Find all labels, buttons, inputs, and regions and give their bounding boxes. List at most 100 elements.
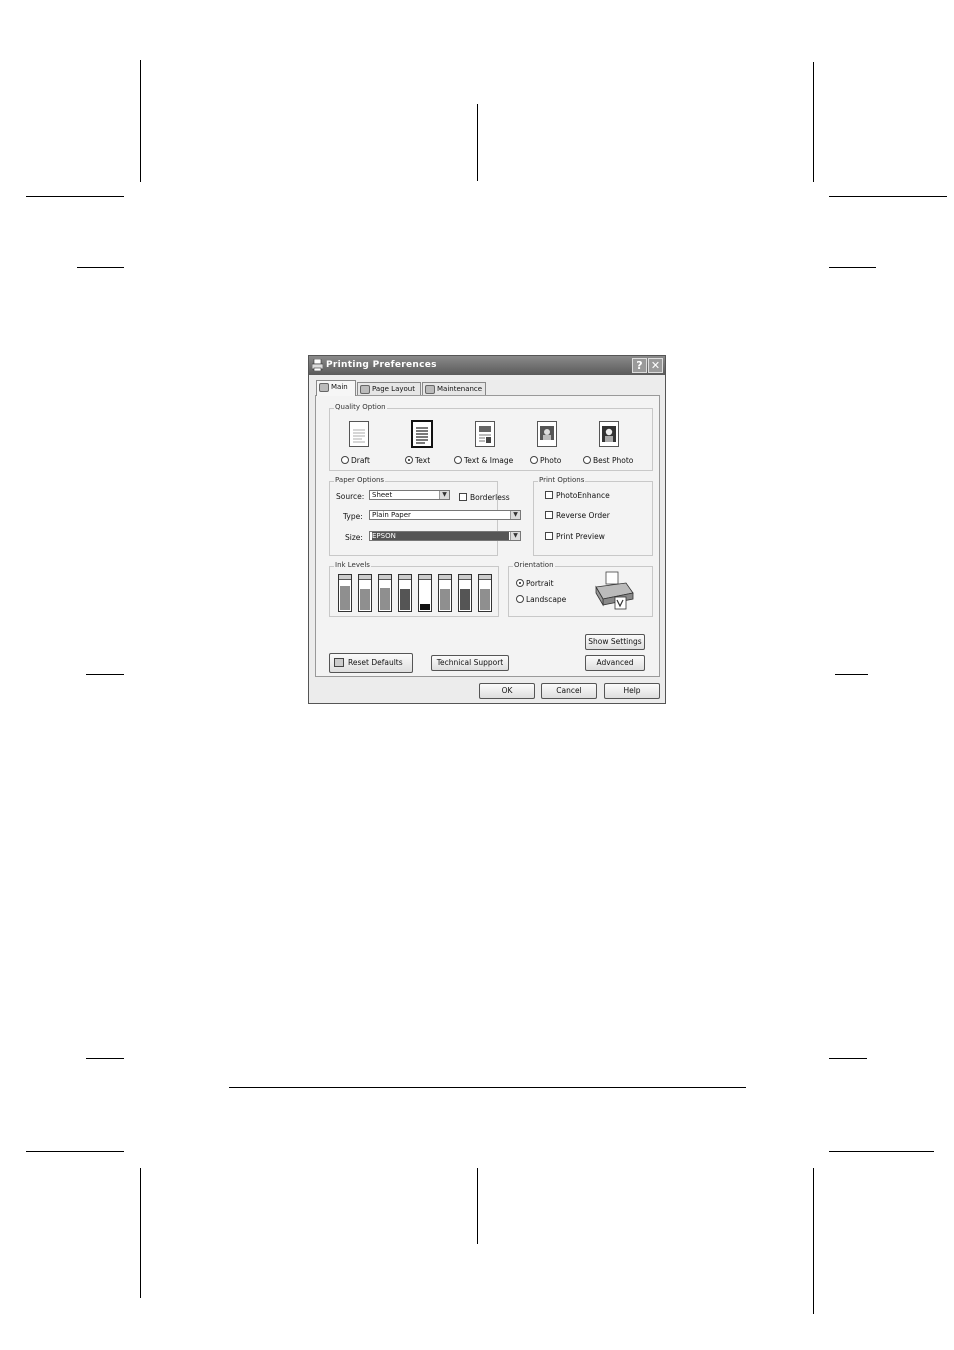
page-layout-icon: [360, 385, 370, 394]
main-tab-panel: Quality Option Draft Text Text & Image P…: [315, 395, 660, 677]
best-photo-label: Best Photo: [593, 456, 634, 465]
tab-page-layout[interactable]: Page Layout: [357, 382, 421, 395]
tab-main[interactable]: Main: [316, 380, 356, 396]
source-select[interactable]: Sheet ▼: [369, 490, 450, 500]
show-settings-button[interactable]: Show Settings: [585, 634, 645, 650]
ink-cartridge-cap: [479, 575, 491, 580]
text-and-image-icon: [475, 421, 495, 447]
crop-mark: [477, 104, 478, 181]
source-value: Sheet: [372, 491, 393, 499]
reset-defaults-label: Reset Defaults: [348, 658, 403, 667]
ink-level-fill: [360, 589, 370, 610]
close-icon: ✕: [650, 359, 661, 372]
ink-level-fill: [480, 589, 490, 610]
ink-cartridge-bar: [378, 574, 392, 612]
printer-icon: [312, 359, 323, 371]
draft-radio[interactable]: [341, 456, 349, 464]
crop-mark: [829, 196, 947, 197]
best-photo-icon: [599, 421, 619, 447]
ink-cartridge-cap: [419, 575, 431, 580]
close-button[interactable]: ✕: [648, 358, 663, 373]
best-photo-radio[interactable]: [583, 456, 591, 464]
tab-page-layout-label: Page Layout: [372, 385, 415, 393]
ink-level-fill: [460, 589, 470, 610]
draft-label: Draft: [351, 456, 370, 465]
type-select[interactable]: Plain Paper ▼: [369, 510, 521, 520]
ink-cartridge-cap: [339, 575, 351, 580]
print-preview-checkbox[interactable]: [545, 532, 553, 540]
borderless-label: Borderless: [470, 493, 510, 502]
printer-orientation-icon: [595, 571, 634, 610]
ink-cartridge-cap: [459, 575, 471, 580]
text-quality-icon: [411, 420, 433, 448]
ink-cartridge-bar: [478, 574, 492, 612]
chevron-down-icon: ▼: [510, 511, 520, 519]
ink-level-fill: [420, 604, 430, 610]
draft-icon: [349, 421, 369, 447]
title-bar[interactable]: Printing Preferences ? ✕: [309, 356, 665, 375]
source-label: Source:: [336, 492, 365, 501]
borderless-checkbox[interactable]: [459, 493, 467, 501]
paper-options-group: Paper Options Source: Sheet ▼ Borderless…: [329, 476, 521, 556]
help-icon: ?: [636, 359, 643, 372]
ink-level-fill: [440, 589, 450, 610]
orientation-group: Orientation Portrait Landscape: [508, 561, 653, 617]
crop-mark: [140, 60, 141, 182]
landscape-radio[interactable]: [516, 595, 524, 603]
advanced-button[interactable]: Advanced: [585, 655, 645, 671]
ink-level-fill: [400, 589, 410, 610]
print-preview-label: Print Preview: [556, 532, 605, 541]
technical-support-button[interactable]: Technical Support: [431, 655, 509, 671]
printing-preferences-dialog: Printing Preferences ? ✕ Main Page Layou…: [308, 355, 666, 704]
print-options-legend: Print Options: [538, 476, 586, 484]
ink-cartridge-bar: [418, 574, 432, 612]
tab-main-label: Main: [331, 383, 348, 391]
ink-cartridge-bar: [458, 574, 472, 612]
help-title-button[interactable]: ?: [632, 358, 647, 373]
ok-button[interactable]: OK: [479, 683, 535, 699]
ink-levels-legend: Ink Levels: [334, 561, 371, 569]
ink-levels-group: Ink Levels: [329, 561, 499, 617]
portrait-label: Portrait: [526, 579, 554, 588]
crop-mark: [26, 196, 124, 197]
size-value: EPSON: [372, 532, 509, 540]
crop-mark: [813, 62, 814, 182]
crop-mark: [829, 267, 876, 268]
crop-mark: [86, 1058, 124, 1059]
crop-mark: [829, 1058, 867, 1059]
ink-cartridge-cap: [359, 575, 371, 580]
ink-cartridge-bar: [398, 574, 412, 612]
crop-mark: [26, 1151, 124, 1152]
ink-cartridge-cap: [399, 575, 411, 580]
cancel-button[interactable]: Cancel: [541, 683, 597, 699]
reset-icon: [334, 658, 344, 667]
reset-defaults-button[interactable]: Reset Defaults: [329, 653, 413, 673]
help-button[interactable]: Help: [604, 683, 660, 699]
text-image-label: Text & Image: [464, 456, 514, 465]
crop-mark: [835, 674, 868, 675]
ink-cartridge-cap: [439, 575, 451, 580]
crop-mark: [86, 674, 124, 675]
text-image-radio[interactable]: [454, 456, 462, 464]
crop-mark: [477, 1168, 478, 1244]
maintenance-icon: [425, 385, 435, 394]
photo-radio[interactable]: [530, 456, 538, 464]
photo-label: Photo: [540, 456, 562, 465]
photoenhance-checkbox[interactable]: [545, 491, 553, 499]
size-select[interactable]: EPSON ▼: [369, 531, 521, 541]
portrait-radio[interactable]: [516, 579, 524, 587]
reverse-order-label: Reverse Order: [556, 511, 610, 520]
tab-maintenance[interactable]: Maintenance: [422, 382, 486, 395]
quality-option-group: Quality Option Draft Text Text & Image P…: [329, 403, 653, 471]
paper-options-legend: Paper Options: [334, 476, 386, 484]
ink-cartridge-bar: [338, 574, 352, 612]
crop-mark: [813, 1168, 814, 1314]
reverse-order-checkbox[interactable]: [545, 511, 553, 519]
text-radio[interactable]: [405, 456, 413, 464]
orientation-legend: Orientation: [513, 561, 555, 569]
text-label: Text: [415, 456, 431, 465]
ink-cartridge-bar: [438, 574, 452, 612]
photo-icon: [537, 421, 557, 447]
landscape-label: Landscape: [526, 595, 567, 604]
type-value: Plain Paper: [372, 511, 411, 519]
